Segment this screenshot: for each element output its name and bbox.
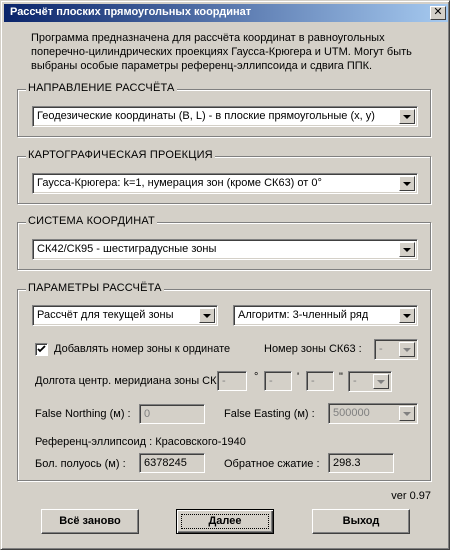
reset-button-label: Всё заново <box>59 515 121 527</box>
zone-number-label: Номер зоны СК63 : <box>264 343 362 355</box>
close-icon: ✕ <box>433 6 443 18</box>
add-zone-checkbox[interactable] <box>35 343 48 356</box>
meridian-sign-select[interactable]: - <box>348 371 392 392</box>
chevron-down-icon[interactable] <box>399 242 415 257</box>
direction-group-label: НАПРАВЛЕНИЕ РАССЧЁТА <box>26 82 177 94</box>
checkmark-icon <box>37 345 46 353</box>
semi-major-label: Бол. полуось (м) : <box>35 458 126 470</box>
degree-unit: ° <box>254 371 259 383</box>
chevron-down-icon[interactable] <box>373 374 389 389</box>
false-easting-value: 500000 <box>333 407 370 419</box>
inv-flattening-value: 298.3 <box>333 457 361 469</box>
meridian-degrees-value: - <box>222 375 226 387</box>
params-group: ПАРАМЕТРЫ РАССЧЁТА Рассчёт для текущей з… <box>17 282 431 481</box>
projection-group: КАРТОГРАФИЧЕСКАЯ ПРОЕКЦИЯ Гаусса-Крюгера… <box>17 149 431 204</box>
meridian-seconds-field[interactable]: - <box>306 371 334 391</box>
coord-system-group-label: СИСТЕМА КООРДИНАТ <box>26 215 157 227</box>
zone-mode-select-value: Рассчёт для текущей зоны <box>37 309 174 321</box>
direction-group: НАПРАВЛЕНИЕ РАССЧЁТА Геодезические коорд… <box>17 82 431 137</box>
semi-major-value: 6378245 <box>144 457 187 469</box>
exit-button-label: Выход <box>342 515 380 527</box>
next-button-label: Далее <box>208 515 242 527</box>
chevron-down-icon[interactable] <box>399 176 415 191</box>
meridian-label: Долгота центр. меридиана зоны СК63 : <box>35 375 235 387</box>
algorithm-select[interactable]: Алгоритм: 3-членный ряд <box>233 305 418 326</box>
next-button[interactable]: Далее <box>176 509 274 534</box>
algorithm-select-value: Алгоритм: 3-членный ряд <box>238 309 369 321</box>
coord-system-select[interactable]: СК42/СК95 - шестиградусные зоны <box>32 239 418 260</box>
projection-select[interactable]: Гаусса-Крюгера: k=1, нумерация зон (кром… <box>32 173 418 194</box>
coord-system-group: СИСТЕМА КООРДИНАТ СК42/СК95 - шестиграду… <box>17 215 431 270</box>
coord-system-select-value: СК42/СК95 - шестиградусные зоны <box>37 243 217 255</box>
add-zone-label[interactable]: Добавлять номер зоны к ординате <box>54 343 230 355</box>
chevron-down-icon[interactable] <box>399 109 415 124</box>
semi-major-field[interactable]: 6378245 <box>139 453 205 473</box>
false-easting-select[interactable]: 500000 <box>328 403 418 424</box>
minute-unit: ' <box>297 371 300 383</box>
program-description: Программа предназначена для рассчёта коо… <box>31 32 412 72</box>
chevron-down-icon[interactable] <box>199 308 215 323</box>
params-group-label: ПАРАМЕТРЫ РАССЧЁТА <box>26 282 164 294</box>
zone-number-value: - <box>379 343 383 355</box>
meridian-degrees-field[interactable]: - <box>217 371 247 391</box>
meridian-minutes-value: - <box>269 375 273 387</box>
ellipsoid-text: Референц-эллипсоид : Красовского-1940 <box>35 436 246 448</box>
dialog-window: Рассчёт плоских прямоугольных координат … <box>0 0 450 550</box>
zone-number-select[interactable]: - <box>374 339 418 360</box>
direction-select[interactable]: Геодезические координаты (B, L) - в плос… <box>32 106 418 127</box>
false-easting-label: False Easting (м) : <box>224 408 315 420</box>
version-label: ver 0.97 <box>391 490 431 502</box>
zone-mode-select[interactable]: Рассчёт для текущей зоны <box>32 305 218 326</box>
inv-flattening-field[interactable]: 298.3 <box>328 453 394 473</box>
meridian-seconds-value: - <box>311 375 315 387</box>
exit-button[interactable]: Выход <box>312 509 410 534</box>
projection-group-label: КАРТОГРАФИЧЕСКАЯ ПРОЕКЦИЯ <box>26 149 215 161</box>
false-northing-field[interactable]: 0 <box>139 404 205 424</box>
false-northing-value: 0 <box>144 408 151 420</box>
false-northing-label: False Northing (м) : <box>35 408 131 420</box>
chevron-down-icon[interactable] <box>399 342 415 357</box>
projection-select-value: Гаусса-Крюгера: k=1, нумерация зон (кром… <box>37 177 322 189</box>
chevron-down-icon[interactable] <box>399 406 415 421</box>
second-unit: " <box>339 371 343 383</box>
direction-select-value: Геодезические координаты (B, L) - в плос… <box>37 110 375 122</box>
chevron-down-icon[interactable] <box>399 308 415 323</box>
close-button[interactable]: ✕ <box>430 6 446 20</box>
reset-button[interactable]: Всё заново <box>41 509 139 534</box>
window-title: Рассчёт плоских прямоугольных координат <box>10 6 252 18</box>
meridian-minutes-field[interactable]: - <box>264 371 292 391</box>
meridian-sign-value: - <box>353 375 357 387</box>
title-bar[interactable]: Рассчёт плоских прямоугольных координат … <box>4 4 448 22</box>
inv-flattening-label: Обратное сжатие : <box>224 458 320 470</box>
